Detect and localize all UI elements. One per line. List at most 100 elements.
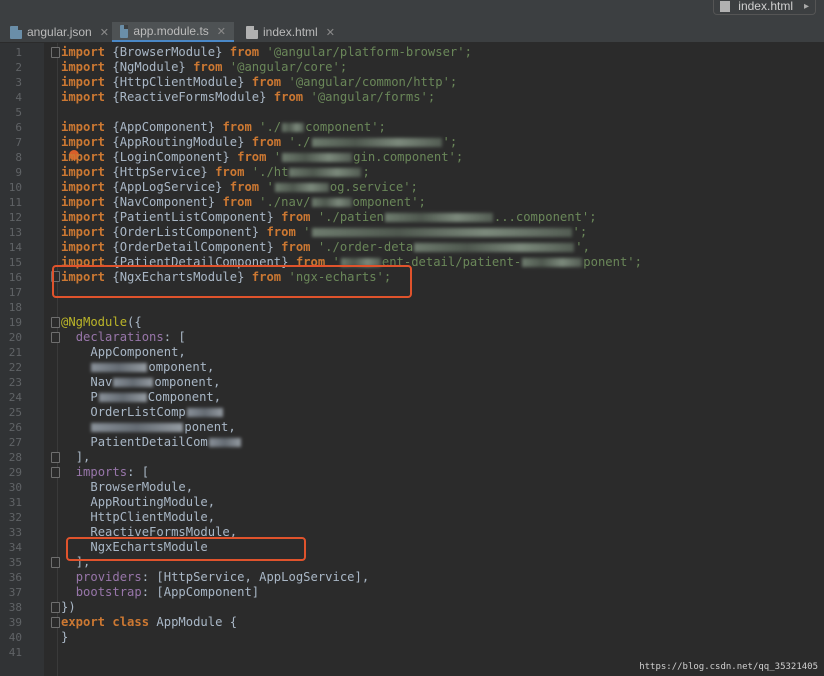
code-text: import {BrowserModule} from '@angular/pl… (61, 45, 472, 59)
code-text: P Component, (90, 390, 222, 404)
code-line[interactable]: 7 import {AppRoutingModule} from './'; (0, 135, 824, 150)
line-number: 16 (8, 271, 22, 284)
code-line[interactable]: 28 ], (0, 450, 824, 465)
code-line[interactable]: 2 import {NgModule} from '@angular/core'; (0, 60, 824, 75)
line-number: 6 (15, 121, 22, 134)
code-line[interactable]: 31 AppRoutingModule, (0, 495, 824, 510)
code-text: HttpClientModule, (90, 510, 216, 524)
html-file-icon (720, 1, 731, 12)
code-line[interactable]: 23 Nav omponent, (0, 375, 824, 390)
code-text: import {AppRoutingModule} from './'; (61, 135, 458, 149)
code-line[interactable]: 8 import {LoginComponent} from ' gin.compo… (0, 150, 824, 165)
code-line[interactable]: 10 import {AppLogService} from ' og.servic… (0, 180, 824, 195)
line-number: 17 (8, 286, 22, 299)
code-line[interactable]: 32 HttpClientModule, (0, 510, 824, 525)
navigation-file-selector[interactable]: index.html ▸ (713, 0, 816, 15)
code-line[interactable]: 24 P Component, (0, 390, 824, 405)
code-line[interactable]: 27 PatientDetailCom (0, 435, 824, 450)
watermark: https://blog.csdn.net/qq_35321405 (639, 662, 818, 672)
line-number: 12 (8, 211, 22, 224)
code-line[interactable]: 36 providers: [HttpService, AppLogServic… (0, 570, 824, 585)
code-line[interactable]: 41 (0, 645, 824, 660)
tab-app-module-ts[interactable]: app.module.ts ✕ (112, 22, 234, 42)
code-text: AppRoutingModule, (90, 495, 216, 509)
code-line[interactable]: 38}) (0, 600, 824, 615)
line-number: 5 (15, 106, 22, 119)
code-text: omponent, (61, 360, 214, 375)
ts-file-icon (120, 24, 129, 38)
json-file-icon (10, 25, 22, 39)
tab-label: app.module.ts (133, 24, 209, 38)
line-number: 9 (15, 166, 22, 179)
code-line[interactable]: 30 BrowserModule, (0, 480, 824, 495)
line-number: 11 (8, 196, 22, 209)
line-number: 19 (8, 316, 22, 329)
code-line[interactable]: 25 OrderListComp (0, 405, 824, 420)
line-number: 41 (8, 646, 22, 659)
line-number: 40 (8, 631, 22, 644)
line-number: 28 (8, 451, 22, 464)
html-file-icon (246, 25, 258, 39)
code-text: declarations: [ (75, 330, 186, 344)
code-text: import {ReactiveFormsModule} from '@angu… (61, 90, 436, 104)
code-line[interactable]: 19 @NgModule({ (0, 315, 824, 330)
line-number: 39 (8, 616, 22, 629)
code-line[interactable]: 40} (0, 630, 824, 645)
line-number: 34 (8, 541, 22, 554)
line-number: 25 (8, 406, 22, 419)
code-text: ponent, (61, 420, 236, 435)
code-line[interactable]: 1 import {BrowserModule} from '@angular/p… (0, 45, 824, 60)
code-line[interactable]: 26 ponent, (0, 420, 824, 435)
code-line[interactable]: 6 import {AppComponent} from './component… (0, 120, 824, 135)
line-number: 3 (15, 76, 22, 89)
tab-label: index.html (263, 25, 318, 39)
line-number: 10 (8, 181, 22, 194)
line-number: 33 (8, 526, 22, 539)
close-icon[interactable]: ✕ (217, 25, 226, 38)
code-line[interactable]: 20 declarations: [ (0, 330, 824, 345)
code-line[interactable]: 39 export class AppModule { (0, 615, 824, 630)
code-text: providers: [HttpService, AppLogService], (75, 570, 370, 584)
line-number: 29 (8, 466, 22, 479)
code-text: import {NgModule} from '@angular/core'; (61, 60, 348, 74)
code-line[interactable]: 14 import {OrderDetailComponent} from './… (0, 240, 824, 255)
line-number: 22 (8, 361, 22, 374)
code-text: import {OrderDetailComponent} from './or… (61, 240, 590, 254)
code-line[interactable]: 37 bootstrap: [AppComponent] (0, 585, 824, 600)
tab-label: angular.json (27, 25, 92, 39)
code-text: imports: [ (75, 465, 150, 479)
close-icon[interactable]: ✕ (100, 26, 109, 39)
tab-index-html[interactable]: index.html ✕ (238, 22, 343, 42)
code-text: import {LoginComponent} from ' gin.compon… (61, 150, 464, 164)
code-text: ], (75, 450, 91, 464)
line-number: 18 (8, 301, 22, 314)
line-number: 31 (8, 496, 22, 509)
line-number: 26 (8, 421, 22, 434)
code-text: import {NavComponent} from './nav/ompone… (61, 195, 426, 209)
code-line[interactable]: 21 AppComponent, (0, 345, 824, 360)
code-line[interactable]: 5 (0, 105, 824, 120)
line-number: 24 (8, 391, 22, 404)
line-number: 15 (8, 256, 22, 269)
code-line[interactable]: 13 import {OrderListComponent} from ' '; (0, 225, 824, 240)
code-line[interactable]: 12 import {PatientListComponent} from './… (0, 210, 824, 225)
line-number: 36 (8, 571, 22, 584)
line-number: 7 (15, 136, 22, 149)
code-text: export class AppModule { (61, 615, 238, 629)
code-line[interactable]: 22 omponent, (0, 360, 824, 375)
code-line[interactable]: 4 import {ReactiveFormsModule} from '@ang… (0, 90, 824, 105)
line-number: 30 (8, 481, 22, 494)
code-text: import {HttpClientModule} from '@angular… (61, 75, 458, 89)
tab-angular-json[interactable]: angular.json ✕ (2, 22, 117, 42)
code-line[interactable]: 18 (0, 300, 824, 315)
code-line[interactable]: 3 import {HttpClientModule} from '@angula… (0, 75, 824, 90)
code-text: OrderListComp (61, 405, 224, 420)
code-text: bootstrap: [AppComponent] (75, 585, 260, 599)
code-line[interactable]: 29 imports: [ (0, 465, 824, 480)
code-line[interactable]: 11 import {NavComponent} from './nav/ompo… (0, 195, 824, 210)
line-number: 38 (8, 601, 22, 614)
line-number: 23 (8, 376, 22, 389)
close-icon[interactable]: ✕ (326, 26, 335, 39)
code-line[interactable]: 9 import {HttpService} from './ht; (0, 165, 824, 180)
code-text: import {HttpService} from './ht; (61, 165, 370, 179)
